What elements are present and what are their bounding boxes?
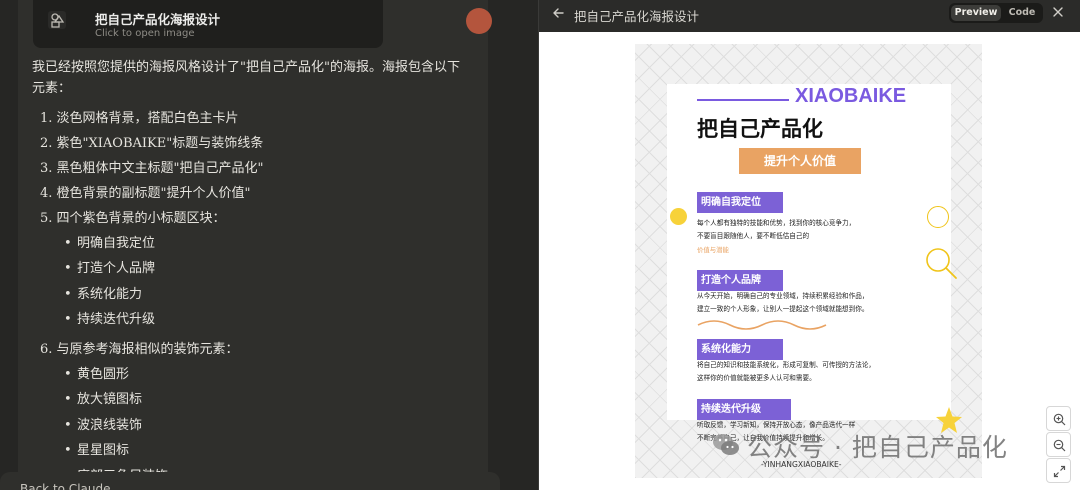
close-icon[interactable] xyxy=(1051,5,1065,19)
arrow-left-icon[interactable] xyxy=(551,6,565,20)
zoom-in-button[interactable] xyxy=(1046,406,1071,431)
section-label: 持续迭代升级 xyxy=(697,399,791,420)
artifact-title: 把自己产品化海报设计 xyxy=(95,12,221,27)
panel-title: 把自己产品化海报设计 xyxy=(574,9,700,24)
bullet-item: 系统化能力 xyxy=(64,282,462,308)
tab-preview[interactable]: Preview xyxy=(951,5,1001,21)
expand-icon xyxy=(1053,465,1066,478)
poster-brand: XIAOBAIKE xyxy=(795,85,907,107)
list-item: 4. 橙色背景的副标题"提升个人价值" xyxy=(40,185,251,201)
section-line: 从今天开始，明确自己的专业领域，持续积累经验和作品， xyxy=(697,292,869,300)
list-item: 3. 黑色粗体中文主标题"把自己产品化" xyxy=(40,160,264,176)
section-label: 系统化能力 xyxy=(697,339,783,360)
bullet-item: 星星图标 xyxy=(64,438,462,464)
zoom-out-button[interactable] xyxy=(1046,432,1071,457)
view-toggle: Preview Code xyxy=(949,3,1043,23)
wave-decoration-icon xyxy=(697,320,827,330)
zoom-in-icon xyxy=(1053,413,1066,426)
yellow-circle-icon xyxy=(670,208,687,225)
message-intro: 我已经按照您提供的海报风格设计了"把自己产品化"的海报。海报包含以下元素： xyxy=(32,60,460,96)
section-label: 明确自我定位 xyxy=(697,192,783,213)
bullet-item: 黄色圆形 xyxy=(64,362,462,388)
list-item: 1. 淡色网格背景，搭配白色主卡片 xyxy=(40,110,239,126)
section-line: 每个人都有独特的技能和优势，找到你的核心竞争力， xyxy=(697,219,856,227)
shapes-icon xyxy=(48,11,66,29)
section-text: 每个人都有独特的技能和优势，找到你的核心竞争力， 不要盲目跟随他人，要不断低估自… xyxy=(697,217,917,243)
back-to-claude-bar[interactable]: Back to Claude xyxy=(0,472,500,490)
list-item: 6. 与原参考海报相似的装饰元素： xyxy=(40,341,239,357)
watermark: 公众号 · 把自己产品化 xyxy=(711,428,1080,464)
ring-icon xyxy=(927,206,949,228)
poster-subtitle: 提升个人价值 xyxy=(739,148,861,174)
avatar[interactable] xyxy=(466,8,492,34)
section-text: 将自己的知识和技能系统化，形成可复制、可传授的方法论， 这样你的价值就能被更多人… xyxy=(697,359,917,385)
bullet-item: 波浪线装饰 xyxy=(64,413,462,439)
section-line: 这样你的价值就能被更多人认可和需要。 xyxy=(697,374,816,382)
tab-code[interactable]: Code xyxy=(1003,5,1041,21)
artifact-header: 把自己产品化海报设计 Preview Code xyxy=(539,0,1080,32)
assistant-message: 我已经按照您提供的海报风格设计了"把自己产品化"的海报。海报包含以下元素： 1.… xyxy=(32,58,462,489)
magnifier-icon xyxy=(926,248,957,279)
section-line: 将自己的知识和技能系统化，形成可复制、可传授的方法论， xyxy=(697,361,876,369)
back-to-claude-label[interactable]: Back to Claude xyxy=(20,482,110,490)
watermark-text: 公众号 · 把自己产品化 xyxy=(747,433,1008,462)
bullet-item: 打造个人品牌 xyxy=(64,256,462,282)
chat-pane: 把自己产品化海报设计 Click to open image 我已经按照您提供的… xyxy=(0,0,538,490)
bullet-item: 放大镜图标 xyxy=(64,387,462,413)
section-line: 建立一致的个人形象，让别人一提起这个领域就能想到你。 xyxy=(697,305,869,313)
section-label: 打造个人品牌 xyxy=(697,270,783,291)
poster-title: 把自己产品化 xyxy=(697,117,823,141)
bullet-item: 持续迭代升级 xyxy=(64,307,462,333)
brand-decoration-line xyxy=(697,99,789,101)
fullscreen-button[interactable] xyxy=(1046,458,1071,483)
section-text: 从今天开始，明确自己的专业领域，持续积累经验和作品， 建立一致的个人形象，让别人… xyxy=(697,290,917,316)
wechat-icon xyxy=(713,434,739,455)
artifact-subtitle: Click to open image xyxy=(95,28,195,39)
artifact-panel: 把自己产品化海报设计 Preview Code XIAOBAIKE 把自己产品化… xyxy=(538,0,1080,490)
list-item: 5. 四个紫色背景的小标题区块： xyxy=(40,210,226,226)
artifact-card[interactable]: 把自己产品化海报设计 Click to open image xyxy=(33,0,383,48)
zoom-out-icon xyxy=(1053,439,1066,452)
section-hint: 价值与潜能 xyxy=(697,246,729,254)
section-line: 不要盲目跟随他人，要不断低估自己的 xyxy=(697,232,810,240)
bullet-item: 明确自我定位 xyxy=(64,231,462,257)
list-item: 2. 紫色"XIAOBAIKE"标题与装饰线条 xyxy=(40,135,264,151)
